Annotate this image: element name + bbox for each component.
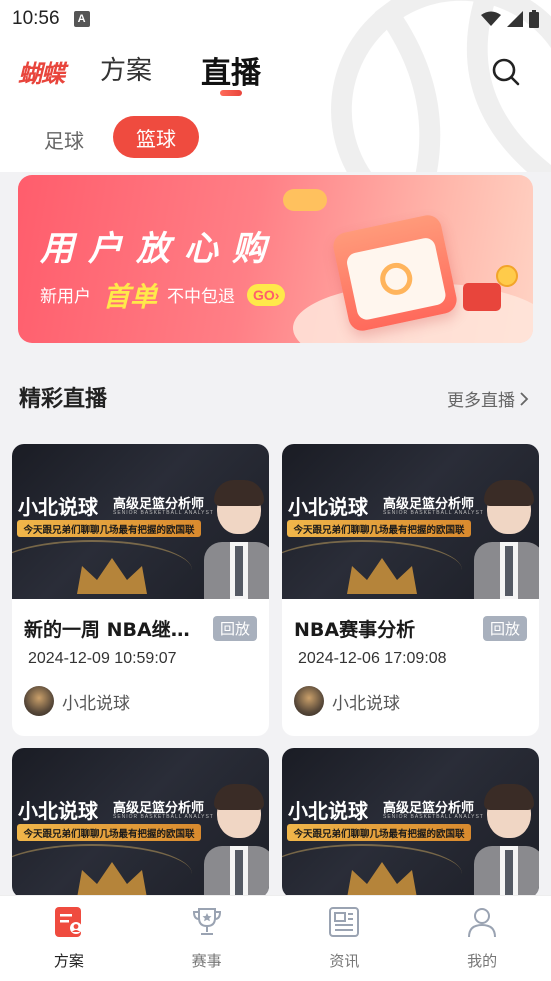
nav-item-profile[interactable]: 我的 [413,896,551,981]
tab-basketball[interactable]: 篮球 [113,116,199,158]
thumbnail-role-en: SENIOR BASKETBALL ANALYST [113,510,214,516]
battery-icon [529,10,539,28]
search-icon[interactable] [490,56,522,88]
wifi-icon [481,11,501,26]
tab-plan[interactable]: 方案 [100,50,152,87]
thumbnail-host-name: 小北说球 [288,495,368,519]
author-name: 小北说球 [332,693,400,714]
thumbnail-ribbon: 今天跟兄弟们聊聊几场最有把握的欧国联 [17,520,201,537]
user-icon [468,908,497,938]
avatar [24,686,54,716]
tab-football[interactable]: 足球 [44,125,84,154]
card-title: 新的一周 NBA继续开赛 [24,619,205,641]
active-tab-indicator [220,90,242,96]
coin-illustration [496,265,518,287]
host-photo [204,480,269,599]
nav-label-profile: 我的 [467,952,498,970]
banner-subtitle: 新用户 首单 不中包退 GO › [40,275,286,314]
live-card[interactable]: 小北说球 高级足篮分析师 SENIOR BASKETBALL ANALYST 今… [282,444,539,736]
signal-icon [507,11,523,27]
thumbnail-host-name: 小北说球 [288,799,368,823]
go-label: GO [253,286,275,303]
thumbnail-role-en: SENIOR BASKETBALL ANALYST [383,510,484,516]
more-live-label: 更多直播 [447,391,515,411]
thumbnail-ribbon: 今天跟兄弟们聊聊几场最有把握的欧国联 [287,824,471,841]
author-name: 小北说球 [62,693,130,714]
gift-illustration [463,283,501,311]
status-icons [481,10,539,28]
nav-label-plan: 方案 [53,952,84,970]
nav-item-news[interactable]: 资讯 [276,896,414,981]
host-photo [204,784,269,898]
live-thumbnail: 小北说球 高级足篮分析师 SENIOR BASKETBALL ANALYST 今… [282,748,539,898]
crown-icon [77,558,147,594]
crown-icon [77,862,147,898]
thumbnail-host-name: 小北说球 [18,799,98,823]
host-photo [474,784,539,898]
host-photo [474,480,539,599]
banner-highlight: 首单 [103,282,157,313]
live-thumbnail: 小北说球 高级足篮分析师 SENIOR BASKETBALL ANALYST 今… [12,748,269,898]
card-time: 2024-12-09 10:59:07 [28,650,177,667]
nav-item-plan[interactable]: 方案 [0,896,138,981]
live-card[interactable]: 小北说球 高级足篮分析师 SENIOR BASKETBALL ANALYST 今… [282,748,539,898]
banner-go-button[interactable]: GO › [247,283,286,306]
app-header: 蝴蝶 方案 直播 [0,44,551,104]
promo-banner[interactable]: 用户放心购 新用户 首单 不中包退 GO › [18,175,533,343]
live-thumbnail: 小北说球 高级足篮分析师 SENIOR BASKETBALL ANALYST 今… [12,444,269,599]
trophy-icon [192,908,221,935]
card-title: NBA赛事分析 [294,619,416,641]
more-live-link[interactable]: 更多直播 [447,386,529,411]
chevron-right-icon [520,391,529,406]
thumbnail-ribbon: 今天跟兄弟们聊聊几场最有把握的欧国联 [17,824,201,841]
banner-suffix: 不中包退 [167,287,235,307]
top-header-area: 10:56 A 蝴蝶 方案 直播 足球 篮球 [0,0,551,172]
banner-small-cloud [283,189,327,211]
status-time: 10:56 [12,8,60,29]
section-title: 精彩直播 [19,387,108,412]
crown-icon [347,558,417,594]
news-icon [329,907,360,937]
notification-icon: A [73,11,90,27]
banner-prefix: 新用户 [40,287,91,307]
nav-label-news: 资讯 [329,952,360,970]
replay-badge: 回放 [212,616,257,641]
plan-icon [54,907,82,937]
bottom-navigation: 方案 赛事 资讯 我的 [0,895,551,981]
sport-filter-tabs: 足球 篮球 [0,115,551,161]
live-card[interactable]: 小北说球 高级足篮分析师 SENIOR BASKETBALL ANALYST 今… [12,444,269,736]
live-card[interactable]: 小北说球 高级足篮分析师 SENIOR BASKETBALL ANALYST 今… [12,748,269,898]
app-logo: 蝴蝶 [18,60,65,88]
chevron-right-icon: › [274,286,280,303]
tab-live[interactable]: 直播 [201,48,261,92]
card-author: 小北说球 [24,686,130,716]
status-bar: 10:56 A [0,0,551,38]
thumbnail-role-en: SENIOR BASKETBALL ANALYST [113,814,214,820]
card-author: 小北说球 [294,686,400,716]
thumbnail-role-en: SENIOR BASKETBALL ANALYST [383,814,484,820]
nav-item-events[interactable]: 赛事 [138,896,276,981]
live-thumbnail: 小北说球 高级足篮分析师 SENIOR BASKETBALL ANALYST 今… [282,444,539,599]
thumbnail-host-name: 小北说球 [18,495,98,519]
nav-label-events: 赛事 [191,952,222,970]
thumbnail-ribbon: 今天跟兄弟们聊聊几场最有把握的欧国联 [287,520,471,537]
crown-icon [347,862,417,898]
card-time: 2024-12-06 17:09:08 [298,650,447,667]
replay-badge: 回放 [482,616,527,641]
banner-title: 用户放心购 [40,229,280,269]
avatar [294,686,324,716]
